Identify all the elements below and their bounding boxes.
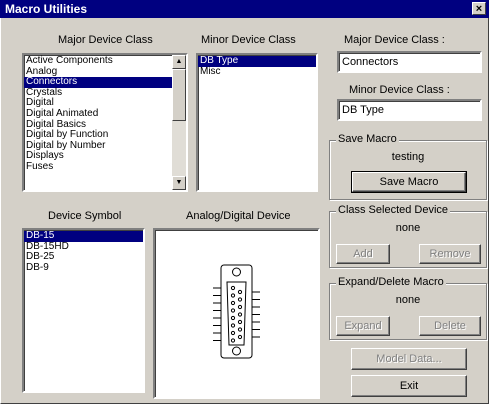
minor-class-header: Minor Device Class (201, 34, 296, 46)
device-symbol-header: Device Symbol (48, 210, 122, 222)
minor-class-item[interactable]: Misc (198, 66, 316, 78)
save-macro-name: testing (391, 151, 425, 163)
class-selected-value: none (395, 222, 421, 234)
exit-button[interactable]: Exit (351, 375, 467, 397)
scroll-up-icon[interactable]: ▲ (172, 55, 186, 69)
scroll-thumb[interactable] (172, 69, 186, 121)
scroll-down-icon[interactable]: ▼ (172, 176, 186, 190)
connector-pin (237, 289, 243, 295)
window-title: Macro Utilities (5, 2, 88, 16)
save-macro-title: Save Macro (336, 133, 399, 145)
expand-delete-value: none (395, 294, 421, 306)
connector-pin (230, 338, 236, 343)
connector-pin (230, 315, 236, 321)
connector-pin (230, 300, 236, 306)
remove-button[interactable]: Remove (419, 244, 481, 264)
major-class-value-label: Major Device Class : (344, 34, 445, 46)
connector-pin (230, 323, 236, 328)
connector-pin (230, 308, 236, 313)
save-macro-button[interactable]: Save Macro (351, 171, 467, 193)
connector-pin (230, 293, 236, 298)
add-button[interactable]: Add (336, 244, 390, 264)
minor-class-list[interactable]: DB Type Misc (196, 53, 318, 192)
major-class-field[interactable]: Connectors (337, 51, 482, 73)
class-selected-title: Class Selected Device (336, 204, 451, 216)
class-selected-group: Class Selected Device none Add Remove (329, 204, 487, 268)
delete-button[interactable]: Delete (419, 316, 481, 336)
connector-pin (237, 312, 243, 317)
device-preview (153, 228, 320, 399)
expand-button[interactable]: Expand (336, 316, 390, 336)
connector-pin (237, 334, 243, 340)
major-scrollbar[interactable]: ▲ ▼ (172, 55, 186, 190)
close-icon[interactable]: × (472, 2, 486, 15)
title-bar: Macro Utilities × (0, 0, 489, 18)
connector-pin (237, 304, 243, 310)
minor-class-item[interactable]: DB Type (198, 55, 316, 67)
model-data-button[interactable]: Model Data... (351, 348, 467, 370)
connector-pin (237, 319, 243, 325)
db15-connector-icon (213, 264, 260, 359)
expand-delete-group: Expand/Delete Macro none Expand Delete (329, 276, 487, 340)
device-symbol-item[interactable]: DB-15 (24, 230, 143, 242)
major-class-item[interactable]: Active Components (24, 55, 186, 67)
minor-class-field[interactable]: DB Type (337, 99, 482, 121)
major-class-header: Major Device Class (58, 34, 153, 46)
expand-delete-title: Expand/Delete Macro (336, 276, 446, 288)
device-symbol-item[interactable]: DB-9 (24, 262, 143, 274)
minor-class-value-label: Minor Device Class : (349, 84, 450, 96)
save-macro-group: Save Macro testing Save Macro (329, 133, 487, 200)
connector-pin (230, 330, 236, 336)
preview-header: Analog/Digital Device (186, 210, 291, 222)
major-class-item[interactable]: Fuses (24, 161, 186, 173)
major-class-item[interactable]: Digital Animated (24, 108, 186, 120)
device-symbol-list[interactable]: DB-15 DB-15HD DB-25 DB-9 (22, 228, 145, 393)
connector-pin (230, 285, 236, 291)
connector-pin (237, 297, 243, 302)
major-class-list[interactable]: Active Components Analog Connectors Crystal… (22, 53, 188, 192)
connector-pin (237, 327, 243, 332)
